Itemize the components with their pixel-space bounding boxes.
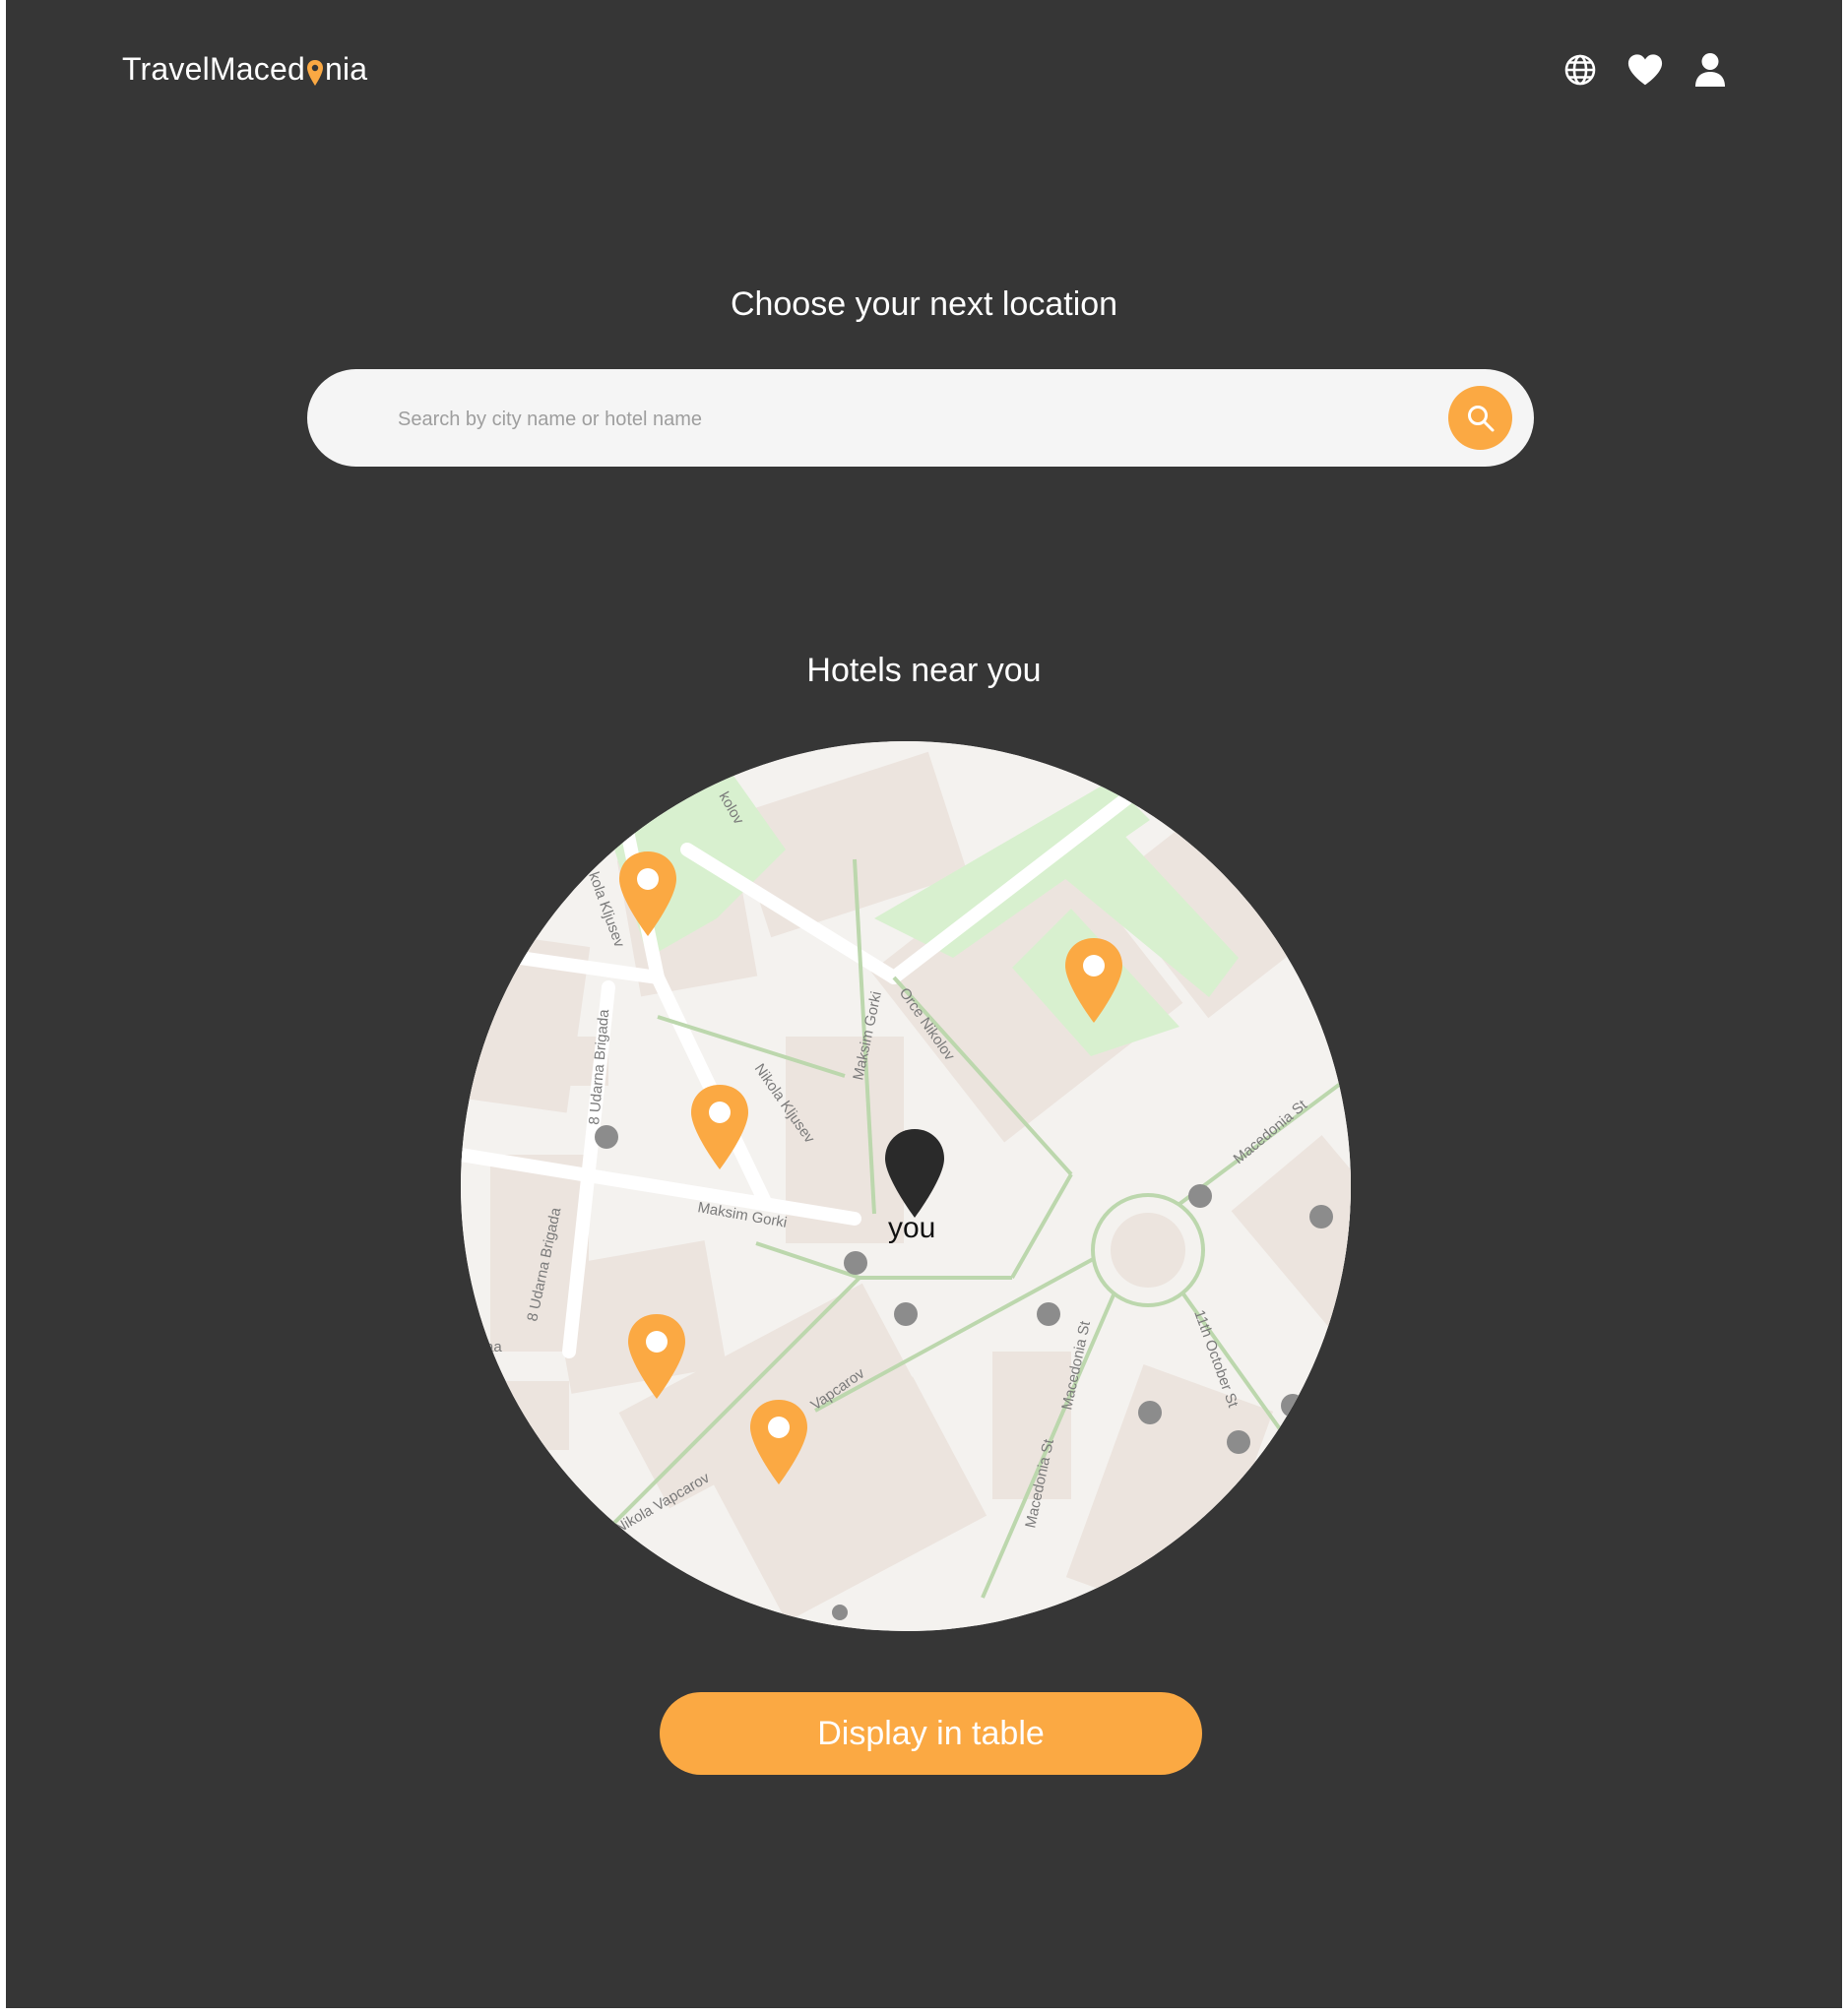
search-bar <box>307 369 1534 467</box>
hotel-marker[interactable] <box>617 850 678 938</box>
header-actions <box>1561 51 1729 89</box>
logo-pin-icon <box>306 58 324 86</box>
svg-text:aa: aa <box>485 1339 502 1355</box>
heart-icon[interactable] <box>1626 51 1664 89</box>
hotel-marker[interactable] <box>1063 936 1124 1025</box>
user-icon[interactable] <box>1691 51 1729 89</box>
hotel-marker[interactable] <box>748 1398 809 1486</box>
map-section-title: Hotels near you <box>806 652 1042 689</box>
hotel-marker[interactable] <box>626 1312 687 1401</box>
display-in-table-button[interactable]: Display in table <box>660 1692 1202 1775</box>
you-location-marker <box>883 1127 946 1220</box>
logo-text-start: TravelMaced <box>122 51 305 87</box>
search-icon <box>1467 405 1494 431</box>
you-label: you <box>888 1212 936 1244</box>
hotels-map[interactable]: kolov kola Kljusev Orce Nikolov Maksim G… <box>461 741 1351 1631</box>
page-title: Choose your next location <box>730 285 1118 323</box>
search-input[interactable] <box>396 397 1384 442</box>
search-button[interactable] <box>1448 386 1512 450</box>
app-frame: TravelMaced nia Choose your next locatio… <box>6 0 1842 2008</box>
globe-icon[interactable] <box>1561 51 1599 89</box>
hotel-marker[interactable] <box>689 1083 750 1171</box>
logo-text-end: nia <box>324 51 368 87</box>
logo[interactable]: TravelMaced nia <box>122 51 367 88</box>
